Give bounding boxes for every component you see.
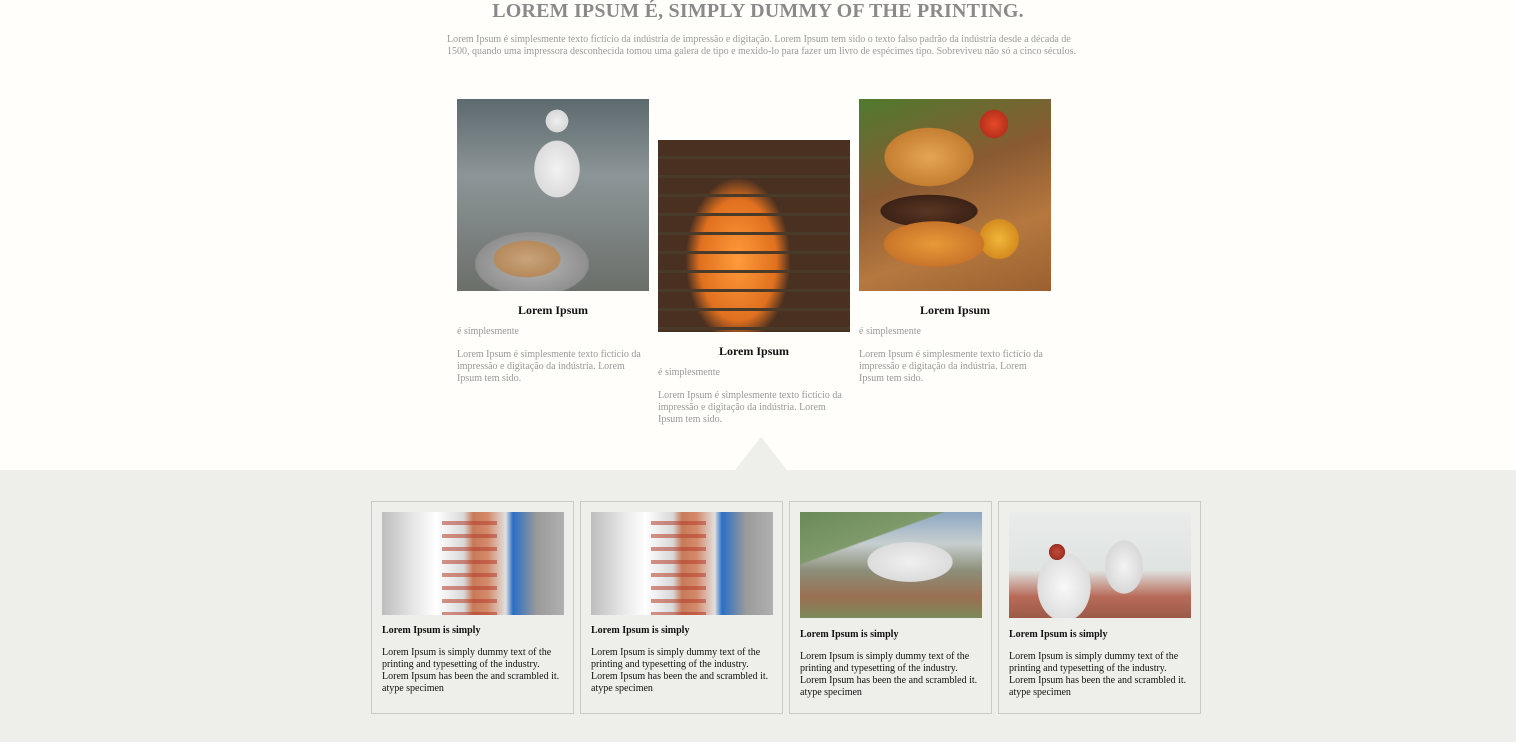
card-text: Lorem Ipsum is simply dummy text of the … <box>800 651 978 698</box>
feature-description: Lorem Ipsum é simplesmente texto fictíci… <box>457 349 641 384</box>
card[interactable]: Lorem Ipsum is simply Lorem Ipsum is sim… <box>998 501 1201 714</box>
factory-aerial-image <box>800 512 982 618</box>
meat-processing-workers-image <box>1009 512 1191 618</box>
section-pointer-arrow <box>735 437 787 470</box>
feature-description: Lorem Ipsum é simplesmente texto fictíci… <box>859 349 1043 384</box>
intro-paragraph: Lorem Ipsum é simplesmente texto fictíci… <box>447 34 1076 57</box>
card-text: Lorem Ipsum is simply dummy text of the … <box>382 647 560 694</box>
card-title: Lorem Ipsum is simply <box>591 625 690 636</box>
feature-item: Lorem Ipsum é simplesmente Lorem Ipsum é… <box>457 99 649 385</box>
feature-item: Lorem Ipsum é simplesmente Lorem Ipsum é… <box>658 140 850 426</box>
card-title: Lorem Ipsum is simply <box>1009 629 1108 640</box>
burger-image <box>859 99 1051 291</box>
card[interactable]: Lorem Ipsum is simply Lorem Ipsum is sim… <box>371 501 574 714</box>
page-title: LOREM IPSUM É, SIMPLY DUMMY OF THE PRINT… <box>492 0 1024 22</box>
card[interactable]: Lorem Ipsum is simply Lorem Ipsum is sim… <box>580 501 783 714</box>
feature-description: Lorem Ipsum é simplesmente texto fictíci… <box>658 390 842 425</box>
card-title: Lorem Ipsum is simply <box>382 625 481 636</box>
feature-title: Lorem Ipsum <box>919 303 991 317</box>
feature-subtitle: é simplesmente <box>859 326 921 337</box>
feature-title: Lorem Ipsum <box>517 303 589 317</box>
feature-title: Lorem Ipsum <box>718 344 790 358</box>
feature-item: Lorem Ipsum é simplesmente Lorem Ipsum é… <box>859 99 1051 385</box>
card-text: Lorem Ipsum is simply dummy text of the … <box>1009 651 1187 698</box>
lab-worker-cooking-image <box>457 99 649 291</box>
feature-subtitle: é simplesmente <box>658 367 720 378</box>
card[interactable]: Lorem Ipsum is simply Lorem Ipsum is sim… <box>789 501 992 714</box>
feature-subtitle: é simplesmente <box>457 326 519 337</box>
bread-oven-image <box>658 140 850 332</box>
burger-conveyor-image <box>591 512 773 615</box>
card-text: Lorem Ipsum is simply dummy text of the … <box>591 647 769 694</box>
burger-conveyor-image <box>382 512 564 615</box>
card-title: Lorem Ipsum is simply <box>800 629 899 640</box>
